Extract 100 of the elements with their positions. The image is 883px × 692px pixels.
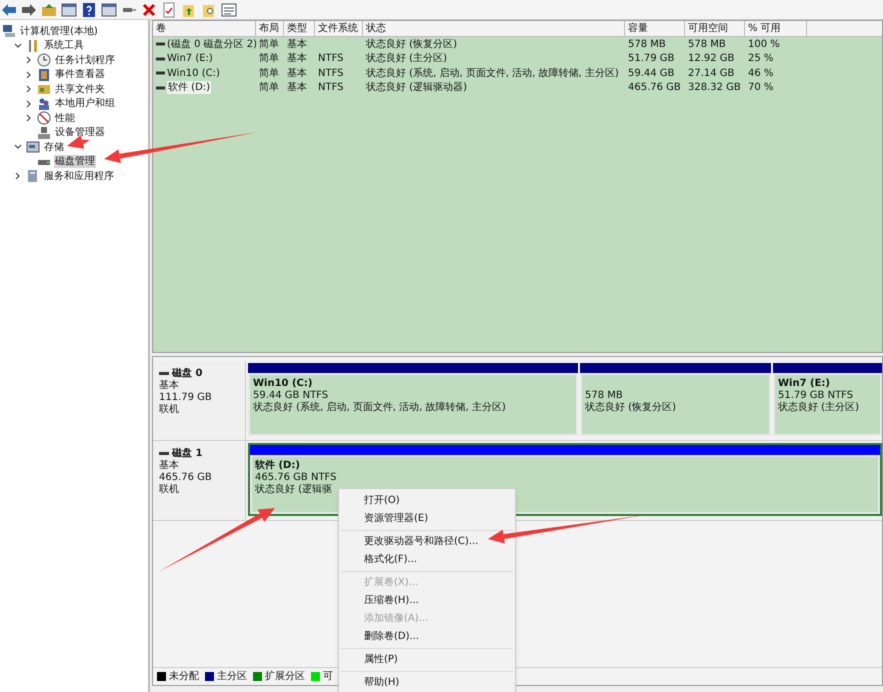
- table-cell: Win10 (C:): [167, 66, 220, 80]
- disk-size: 111.79 GB: [159, 392, 212, 404]
- services-icon: [26, 169, 40, 184]
- column-header[interactable]: % 可用: [745, 21, 807, 36]
- gauge-icon: [37, 111, 51, 126]
- table-cell: 状态良好 (恢复分区): [366, 38, 457, 51]
- disk-type: 基本: [159, 380, 179, 392]
- column-header[interactable]: 类型: [284, 21, 315, 36]
- partition-name: Win10 (C:): [253, 378, 312, 390]
- disk-size: 465.76 GB: [159, 472, 212, 484]
- tools-icon: [26, 38, 40, 53]
- disk-name: 磁盘 1: [172, 447, 202, 460]
- window-icon[interactable]: [101, 2, 117, 18]
- table-cell: 基本: [287, 38, 307, 51]
- partition-name: Win7 (E:): [778, 378, 830, 390]
- table-cell: 27.14 GB: [688, 66, 734, 80]
- disk-name: 磁盘 0: [172, 367, 202, 380]
- partition-name: 软件 (D:): [255, 460, 300, 472]
- tree-item[interactable]: 共享文件夹: [54, 82, 106, 96]
- table-cell: 328.32 GB: [688, 81, 741, 94]
- menu-item[interactable]: 打开(O): [364, 494, 400, 508]
- device-icon: [37, 126, 51, 140]
- tree-item[interactable]: 事件查看器: [54, 68, 106, 82]
- storage-icon: [26, 140, 40, 154]
- menu-item[interactable]: 更改驱动器号和路径(C)...: [364, 535, 478, 549]
- computer-icon: [2, 24, 16, 38]
- legend-label: 未分配: [169, 670, 199, 682]
- tree-item[interactable]: 计算机管理(本地): [19, 24, 99, 38]
- partition-size: 465.76 GB NTFS: [255, 472, 336, 484]
- table-cell: 578 MB: [688, 38, 726, 51]
- delete-icon[interactable]: [141, 2, 157, 18]
- menu-item[interactable]: 帮助(H): [364, 676, 400, 690]
- table-cell: 70 %: [748, 81, 774, 94]
- table-cell: NTFS: [318, 52, 344, 66]
- legend-label: 可: [323, 670, 333, 682]
- users-icon: [37, 96, 51, 111]
- tree-item[interactable]: 磁盘管理: [54, 155, 96, 168]
- volume-icon: [156, 71, 165, 76]
- table-cell: 状态良好 (主分区): [366, 52, 447, 66]
- legend-label: 扩展分区: [265, 670, 305, 682]
- table-cell: 46 %: [748, 66, 774, 80]
- disk-type: 基本: [159, 460, 179, 472]
- table-cell: 100 %: [748, 38, 780, 51]
- forward-arrow-icon[interactable]: [21, 2, 37, 18]
- partition-size: 59.44 GB NTFS: [253, 390, 328, 402]
- table-cell: 578 MB: [628, 38, 666, 51]
- table-cell: 状态良好 (逻辑驱动器): [366, 81, 467, 94]
- partition-status: 状态良好 (逻辑驱: [255, 484, 332, 496]
- column-header[interactable]: 可用空间: [685, 21, 745, 36]
- tree-item[interactable]: 存储: [43, 140, 65, 154]
- tree-item[interactable]: 本地用户和组: [54, 97, 116, 110]
- menu-item[interactable]: 删除卷(D)...: [364, 630, 420, 644]
- menu-item[interactable]: 压缩卷(H)...: [364, 594, 419, 608]
- column-header[interactable]: 容量: [625, 21, 685, 36]
- table-cell: 状态良好 (系统, 启动, 页面文件, 活动, 故障转储, 主分区): [366, 66, 619, 80]
- folder-icon[interactable]: [41, 2, 57, 18]
- window-icon[interactable]: [61, 2, 77, 18]
- table-cell: 51.79 GB: [628, 52, 674, 66]
- table-cell: 25 %: [748, 52, 774, 66]
- menu-item[interactable]: 格式化(F)...: [364, 553, 418, 567]
- tree-item[interactable]: 系统工具: [43, 39, 85, 52]
- tree-item[interactable]: 性能: [54, 112, 76, 125]
- disk-status: 联机: [159, 484, 179, 496]
- disk-status: 联机: [159, 404, 179, 416]
- tree-item[interactable]: 设备管理器: [54, 126, 106, 140]
- table-cell: 基本: [287, 52, 307, 66]
- column-header[interactable]: 文件系统: [315, 21, 363, 36]
- table-cell: 简单: [259, 81, 279, 94]
- table-cell: NTFS: [318, 66, 344, 80]
- legend-label: 主分区: [217, 670, 247, 682]
- table-cell: 基本: [287, 66, 307, 80]
- table-cell: NTFS: [318, 81, 344, 94]
- volume-icon: [156, 56, 165, 61]
- partition-status: 状态良好 (系统, 启动, 页面文件, 活动, 故障转储, 主分区): [253, 402, 506, 414]
- table-cell: (磁盘 0 磁盘分区 2): [167, 38, 256, 51]
- column-header[interactable]: 卷: [153, 21, 256, 36]
- volume-icon: [156, 42, 165, 46]
- help-icon[interactable]: [81, 2, 97, 18]
- table-cell: 465.76 GB: [628, 81, 681, 94]
- table-cell: 简单: [259, 38, 279, 51]
- back-arrow-icon[interactable]: [1, 2, 17, 18]
- table-cell: 基本: [287, 81, 307, 94]
- table-cell: 简单: [259, 52, 279, 66]
- table-cell: 软件 (D:): [167, 81, 212, 94]
- table-cell: 简单: [259, 66, 279, 80]
- book-icon: [37, 68, 51, 82]
- document-check-icon[interactable]: [161, 2, 177, 18]
- column-header[interactable]: 状态: [363, 21, 625, 36]
- table-cell: 59.44 GB: [628, 66, 674, 80]
- tree-item[interactable]: 任务计划程序: [54, 54, 116, 67]
- partition-size: 51.79 GB NTFS: [778, 390, 854, 402]
- partition-size: 578 MB: [585, 390, 623, 402]
- tree-item[interactable]: 服务和应用程序: [43, 170, 115, 183]
- menu-item[interactable]: 属性(P): [364, 653, 398, 667]
- table-cell: 12.92 GB: [688, 52, 734, 66]
- arrow: [67, 135, 90, 149]
- column-header[interactable]: 布局: [256, 21, 284, 36]
- volume-icon: [156, 86, 165, 90]
- list-icon[interactable]: [221, 2, 237, 18]
- partition-status: 状态良好 (主分区): [778, 402, 859, 414]
